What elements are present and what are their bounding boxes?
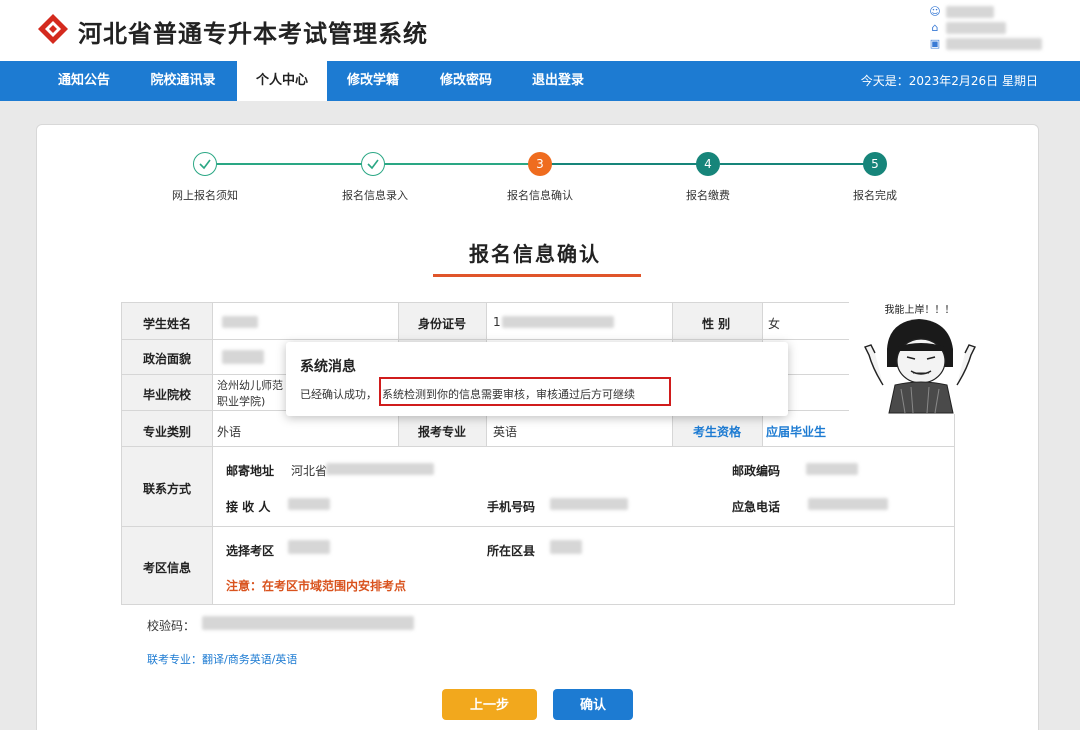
- gender-label: 性 别: [702, 317, 731, 331]
- step-connector: [720, 163, 875, 165]
- political-status-label: 政治面貌: [143, 352, 192, 366]
- postcode-value: [806, 463, 858, 475]
- nav-item-logout[interactable]: 退出登录: [522, 61, 594, 101]
- step-3-current: 3: [528, 152, 552, 176]
- apply-major-label: 报考专业: [418, 425, 467, 439]
- political-status-value: [222, 350, 264, 364]
- address-prefix: 河北省: [291, 464, 328, 478]
- receiver-label: 接 收 人: [226, 500, 271, 514]
- confirm-button[interactable]: 确认: [553, 689, 633, 720]
- dialog-message-confirmed: 已经确认成功，: [300, 388, 377, 401]
- school-label: 毕业院校: [143, 388, 192, 402]
- meme-sticker: 我能上岸！！！: [849, 289, 990, 414]
- select-area-value: [288, 540, 330, 554]
- prev-step-button[interactable]: 上一步: [442, 689, 537, 720]
- select-area-label: 选择考区: [226, 544, 275, 558]
- today-date: 今天是：2023年2月26日 星期日: [860, 74, 1038, 88]
- system-title: 河北省普通专升本考试管理系统: [78, 20, 428, 48]
- step-connector: [385, 163, 538, 165]
- step-connector: [217, 163, 373, 165]
- address-value: [326, 463, 434, 475]
- id-number-label: 身份证号: [418, 317, 467, 331]
- step-label: 报名信息录入: [342, 189, 408, 202]
- highlight-box: [379, 377, 671, 406]
- system-message-dialog: 系统消息 已经确认成功， 系统检测到你的信息需要审核，审核通过后方可继续: [286, 342, 788, 416]
- user-info[interactable]: ☺ ⌂ ▣: [928, 4, 1048, 56]
- mobile-label: 手机号码: [487, 500, 536, 514]
- main-nav: 通知公告 院校通讯录 个人中心 修改学籍 修改密码 退出登录 今天是：2023年…: [0, 61, 1080, 101]
- step-label: 报名完成: [853, 189, 897, 202]
- county-label: 所在区县: [487, 544, 536, 558]
- major-category-value: 外语: [217, 425, 242, 439]
- nav-item-notice[interactable]: 通知公告: [48, 61, 120, 101]
- qualification-label: 考生资格: [693, 425, 742, 439]
- step-label: 报名缴费: [686, 189, 730, 202]
- student-name-label: 学生姓名: [143, 317, 192, 331]
- receiver-value: [288, 498, 330, 510]
- app-header: 河北省普通专升本考试管理系统 ☺ ⌂ ▣: [0, 0, 1080, 61]
- id-number-prefix: 1: [493, 315, 501, 329]
- nav-item-edit-enrollment[interactable]: 修改学籍: [337, 61, 409, 101]
- gender-value: 女: [768, 317, 781, 331]
- school-value-line1: 沧州幼儿师范: [217, 379, 283, 392]
- apply-major-value: 英语: [493, 425, 518, 439]
- checksum-value: [202, 616, 414, 630]
- step-2-done-icon: [361, 152, 385, 176]
- user-icon: ☺: [929, 5, 941, 18]
- cheering-face-icon: [864, 319, 976, 414]
- title-underline: [433, 274, 641, 277]
- emergency-phone-label: 应急电话: [732, 500, 781, 514]
- page-title: 报名信息确认: [469, 242, 601, 266]
- nav-item-personal-center[interactable]: 个人中心: [237, 61, 327, 101]
- checksum-label: 校验码：: [147, 619, 196, 633]
- nav-item-change-password[interactable]: 修改密码: [430, 61, 502, 101]
- contact-label: 联系方式: [143, 482, 192, 496]
- step-label: 网上报名须知: [172, 189, 238, 202]
- qualification-value: 应届毕业生: [766, 425, 827, 439]
- id-card-icon: ▣: [929, 37, 941, 50]
- step-1-done-icon: [193, 152, 217, 176]
- step-4-todo: 4: [696, 152, 720, 176]
- major-category-label: 专业类别: [143, 425, 192, 439]
- step-label: 报名信息确认: [507, 189, 573, 202]
- exam-area-label: 考区信息: [143, 561, 192, 575]
- joint-major-text: 联考专业：翻译/商务英语/英语: [147, 653, 298, 666]
- emergency-phone-value: [808, 498, 888, 510]
- step-connector: [550, 163, 708, 165]
- school-value-line2: 职业学院): [217, 395, 266, 408]
- postcode-label: 邮政编码: [732, 464, 781, 478]
- address-label: 邮寄地址: [226, 464, 275, 478]
- nav-item-school-directory[interactable]: 院校通讯录: [140, 61, 226, 101]
- exam-area-notice: 注意：在考区市域范围内安排考点: [226, 579, 407, 593]
- county-value: [550, 540, 582, 554]
- dialog-title: 系统消息: [300, 359, 356, 375]
- id-number-value: [502, 316, 614, 328]
- student-name-value: [222, 316, 258, 328]
- diamond-logo-icon: [38, 14, 68, 44]
- home-icon: ⌂: [931, 21, 939, 34]
- mobile-value: [550, 498, 628, 510]
- step-5-todo: 5: [863, 152, 887, 176]
